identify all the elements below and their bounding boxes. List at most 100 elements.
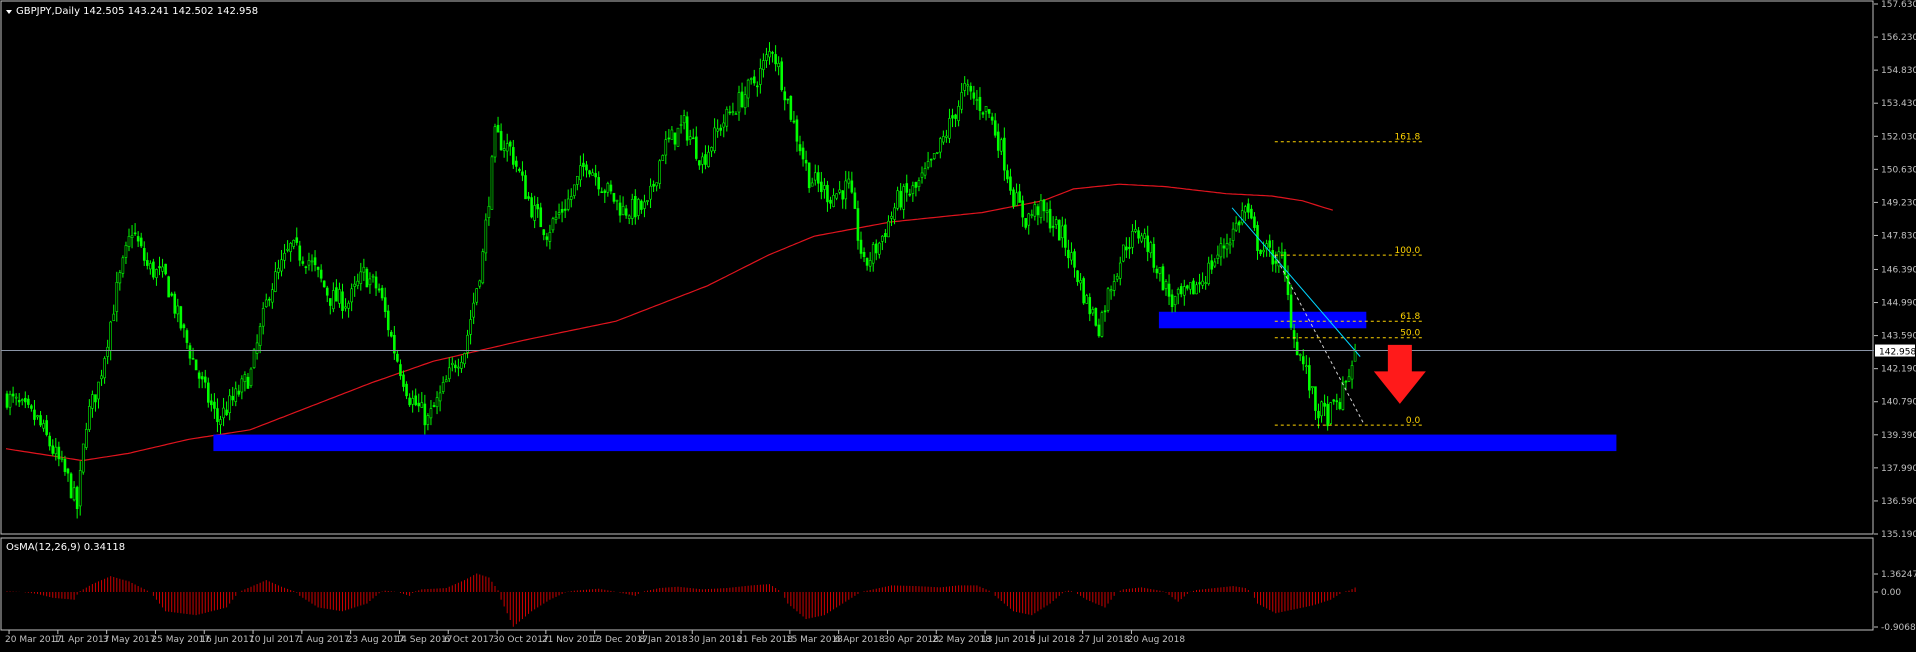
candle-body xyxy=(444,379,448,383)
candle-body xyxy=(606,183,610,193)
candle xyxy=(1106,287,1110,313)
candle-body xyxy=(20,399,24,401)
candle-body xyxy=(94,394,97,403)
candle-body xyxy=(121,257,125,274)
candle-body xyxy=(1045,210,1049,213)
fib-level-label: 61.8 xyxy=(1400,312,1420,322)
candle xyxy=(481,248,485,285)
candle-body xyxy=(399,364,402,377)
candle-body xyxy=(755,85,759,88)
candle-body xyxy=(1006,170,1009,180)
candle-body xyxy=(630,198,634,219)
candle-body xyxy=(911,185,915,194)
candle-body xyxy=(554,216,558,220)
candle-body xyxy=(713,127,716,152)
candle-body xyxy=(783,91,787,101)
candle-body xyxy=(316,266,320,270)
candle-body xyxy=(8,393,12,408)
candle xyxy=(194,359,198,371)
candle-body xyxy=(649,185,652,200)
candle-body xyxy=(1305,365,1308,368)
candle-body xyxy=(1125,246,1128,251)
candle-body xyxy=(17,399,21,403)
candle-body xyxy=(966,84,970,87)
candle-body xyxy=(1335,400,1339,403)
osma-y-tick-label: 1.36247 xyxy=(1881,570,1916,580)
candle-body xyxy=(454,364,457,369)
candle-body xyxy=(1186,285,1189,289)
candle-body xyxy=(1097,324,1101,337)
candle-body xyxy=(1173,296,1177,306)
x-tick-label: 13 Jun 2018 xyxy=(981,635,1035,645)
candle-body xyxy=(694,136,698,159)
candle-body xyxy=(1216,254,1220,259)
candle-body xyxy=(219,419,222,425)
candle-body xyxy=(1033,204,1037,217)
candle-body xyxy=(249,368,253,386)
candle-body xyxy=(414,395,418,406)
candle-body xyxy=(1329,402,1332,424)
y-tick-label: 150.630 xyxy=(1881,165,1916,175)
candle-body xyxy=(777,63,780,68)
candle-body xyxy=(887,220,890,238)
candle-body xyxy=(1237,221,1241,226)
candle xyxy=(1329,402,1332,426)
candle-body xyxy=(1228,242,1232,246)
candle-body xyxy=(585,164,588,171)
candle-body xyxy=(1091,309,1095,314)
candle-body xyxy=(987,109,991,114)
candle-body xyxy=(838,189,841,193)
candle-body xyxy=(1164,281,1168,289)
candle-body xyxy=(816,172,820,184)
chart-window: 161.8 100.0 61.8 50.0 0.0 142.958 157.630 156… xyxy=(0,0,1916,648)
candle-body xyxy=(118,272,122,284)
candle xyxy=(1085,293,1088,304)
candle-body xyxy=(893,207,896,220)
y-tick-label: 144.990 xyxy=(1881,299,1916,309)
candle-body xyxy=(45,420,48,435)
candle-body xyxy=(124,245,128,258)
candle-body xyxy=(292,239,296,247)
candle-body xyxy=(655,182,658,187)
candle-body xyxy=(1085,295,1088,304)
y-tick-label: 149.230 xyxy=(1881,198,1916,208)
candle-body xyxy=(432,405,436,408)
y-tick-label: 156.230 xyxy=(1881,33,1916,43)
candle-body xyxy=(402,374,405,387)
candle-body xyxy=(1341,381,1345,410)
candle-body xyxy=(905,183,909,193)
candle-body xyxy=(423,403,427,426)
candle-body xyxy=(88,406,91,430)
candle-body xyxy=(1311,386,1314,389)
candle-body xyxy=(896,190,899,209)
candle-body xyxy=(362,266,366,273)
candle-body xyxy=(228,395,231,413)
candle-body xyxy=(475,288,479,303)
candle-body xyxy=(810,182,814,187)
candle-body xyxy=(835,193,838,199)
candle-body xyxy=(130,235,134,239)
candle-body xyxy=(1094,308,1098,326)
candle-body xyxy=(615,199,619,202)
candle xyxy=(5,390,9,410)
fib-level-label: 50.0 xyxy=(1400,329,1420,339)
candle-body xyxy=(341,291,344,311)
candle-body xyxy=(1100,312,1104,337)
candle-body xyxy=(832,195,835,207)
candle-body xyxy=(1140,235,1143,242)
candle-body xyxy=(1018,191,1021,203)
candle-body xyxy=(829,199,832,204)
candle-body xyxy=(23,397,27,403)
y-tick-label: 153.430 xyxy=(1881,99,1916,109)
candle-body xyxy=(200,376,204,380)
candle-body xyxy=(1027,213,1031,226)
candle-body xyxy=(551,218,555,231)
candle-body xyxy=(948,118,951,139)
candle-body xyxy=(359,271,363,284)
candle-body xyxy=(1250,208,1253,219)
candle-body xyxy=(469,319,472,335)
candle-body xyxy=(243,374,247,382)
candle-body xyxy=(1326,403,1329,427)
candle xyxy=(1057,219,1061,241)
candle-body xyxy=(877,242,881,255)
